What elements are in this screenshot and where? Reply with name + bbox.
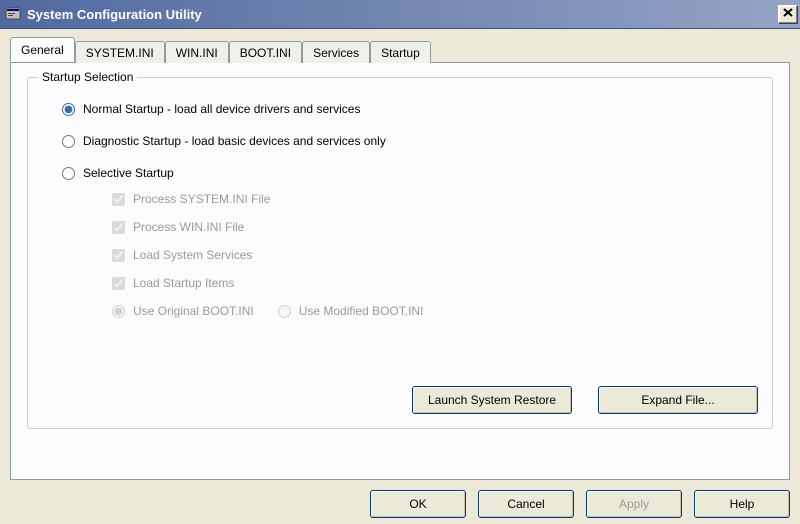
check-load-startup-items-label: Load Startup Items xyxy=(133,276,234,290)
close-button[interactable] xyxy=(778,5,798,24)
check-process-win-ini xyxy=(112,221,125,234)
check-process-win-ini-label: Process WIN.INI File xyxy=(133,220,244,234)
radio-diagnostic-startup[interactable] xyxy=(62,135,75,148)
dialog-button-row: OK Cancel Apply Help xyxy=(10,480,790,518)
apply-button[interactable]: Apply xyxy=(586,490,682,518)
radio-use-original-bootini xyxy=(112,305,125,318)
check-process-system-ini-label: Process SYSTEM.INI File xyxy=(133,192,270,206)
radio-use-original-bootini-label: Use Original BOOT.INI xyxy=(133,304,254,318)
selective-sub-options: Process SYSTEM.INI File Process WIN.INI … xyxy=(112,192,756,318)
radio-selective-startup-label: Selective Startup xyxy=(83,166,174,180)
radio-normal-startup-label: Normal Startup - load all device drivers… xyxy=(83,102,360,116)
group-legend: Startup Selection xyxy=(38,70,137,84)
tab-services[interactable]: Services xyxy=(302,41,370,63)
tab-system-ini[interactable]: SYSTEM.INI xyxy=(75,41,165,63)
cancel-button[interactable]: Cancel xyxy=(478,490,574,518)
window-title: System Configuration Utility xyxy=(27,7,778,22)
tab-general[interactable]: General xyxy=(10,37,75,62)
radio-diagnostic-startup-label: Diagnostic Startup - load basic devices … xyxy=(83,134,386,148)
check-load-system-services xyxy=(112,249,125,262)
radio-use-modified-bootini-label: Use Modified BOOT.INI xyxy=(299,304,424,318)
startup-selection-group: Startup Selection Normal Startup - load … xyxy=(27,77,773,429)
tab-boot-ini[interactable]: BOOT.INI xyxy=(229,41,302,63)
check-load-system-services-label: Load System Services xyxy=(133,248,252,262)
radio-normal-startup[interactable] xyxy=(62,103,75,116)
client-area: General SYSTEM.INI WIN.INI BOOT.INI Serv… xyxy=(0,29,800,524)
msconfig-icon xyxy=(4,5,22,23)
check-load-startup-items xyxy=(112,277,125,290)
radio-use-modified-bootini xyxy=(278,305,291,318)
group-action-buttons: Launch System Restore Expand File... xyxy=(412,386,758,414)
check-process-system-ini xyxy=(112,193,125,206)
ok-button[interactable]: OK xyxy=(370,490,466,518)
launch-system-restore-button[interactable]: Launch System Restore xyxy=(412,386,572,414)
tab-startup[interactable]: Startup xyxy=(370,41,431,63)
help-button[interactable]: Help xyxy=(694,490,790,518)
radio-selective-startup[interactable] xyxy=(62,167,75,180)
titlebar: System Configuration Utility xyxy=(0,0,800,29)
expand-file-button[interactable]: Expand File... xyxy=(598,386,758,414)
tab-strip: General SYSTEM.INI WIN.INI BOOT.INI Serv… xyxy=(10,39,790,62)
tab-win-ini[interactable]: WIN.INI xyxy=(165,41,229,63)
tab-panel-general: Startup Selection Normal Startup - load … xyxy=(10,62,790,480)
